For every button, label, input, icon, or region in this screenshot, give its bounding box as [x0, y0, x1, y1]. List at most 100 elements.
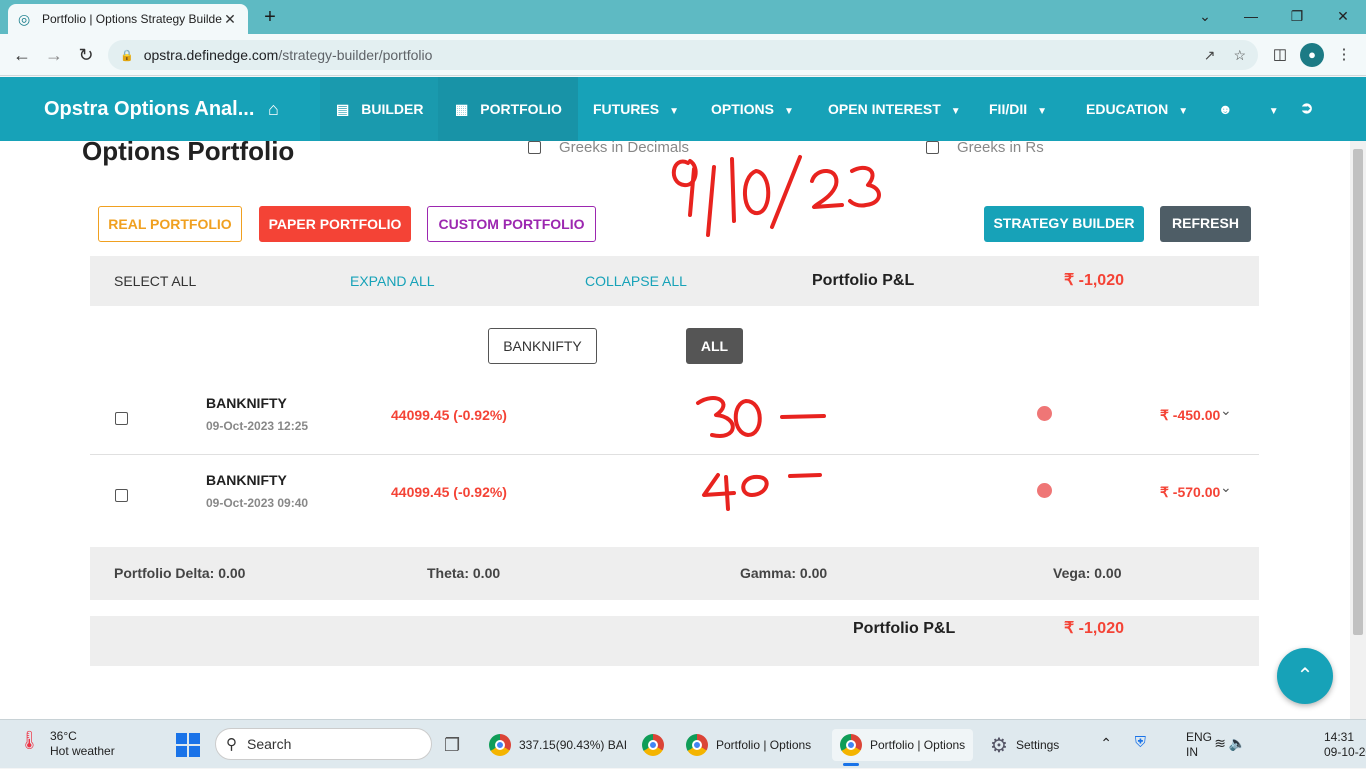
table-icon: ▦: [455, 101, 469, 117]
strategy-builder-button[interactable]: STRATEGY BUILDER: [984, 206, 1144, 242]
position-checkbox[interactable]: [115, 412, 128, 425]
paper-portfolio-button[interactable]: PAPER PORTFOLIO: [259, 206, 411, 242]
nav-fii-dii-label: FII/DII: [989, 101, 1028, 117]
gear-icon: ⚙: [990, 734, 1008, 757]
real-portfolio-button[interactable]: REAL PORTFOLIO: [98, 206, 242, 242]
portfolio-theta: Theta: 0.00: [427, 565, 501, 581]
window-close-icon[interactable]: ✕: [1328, 6, 1358, 26]
wifi-icon[interactable]: ≋: [1214, 735, 1226, 752]
position-pnl: ₹ -570.00: [1160, 484, 1221, 500]
taskbar-chrome-profile-e[interactable]: 337.15(90.43%) BAI: [489, 729, 627, 761]
app-navbar: Opstra Options Anal... ⌂ ▤ BUILDER ▦ PORTF…: [0, 77, 1366, 141]
greeks-rs-checkbox[interactable]: [926, 141, 939, 154]
nav-fii-dii[interactable]: FII/DII ▼: [989, 77, 1047, 141]
scroll-top-button[interactable]: ⌃: [1277, 648, 1333, 704]
footer-pl-value: ₹ -1,020: [1064, 620, 1124, 637]
custom-portfolio-button[interactable]: CUSTOM PORTFOLIO: [427, 206, 596, 242]
windows-taskbar: 🌡 36°C Hot weather ⚲ Search ❐ 337.15(90.…: [0, 719, 1366, 768]
user-account[interactable]: ☻ ▼: [1218, 77, 1279, 141]
collapse-all-link[interactable]: COLLAPSE ALL: [585, 256, 687, 306]
handwritten-date: [672, 155, 881, 237]
back-icon[interactable]: ←: [10, 44, 34, 66]
new-tab-icon[interactable]: +: [258, 6, 282, 28]
windows-start-icon[interactable]: [176, 733, 200, 757]
status-dot: [1037, 483, 1052, 498]
shield-icon[interactable]: ⛨: [1135, 734, 1146, 751]
taskbar-settings[interactable]: ⚙ Settings: [990, 729, 1059, 761]
greeks-rs-option[interactable]: Greeks in Rs: [926, 141, 1044, 156]
url-field[interactable]: 🔒 opstra.definedge.com /strategy-builder…: [108, 40, 1258, 70]
menu-kebab-icon[interactable]: ⋮: [1332, 44, 1356, 66]
forward-icon[interactable]: →: [42, 44, 66, 66]
nav-portfolio-label: PORTFOLIO: [480, 101, 562, 117]
filter-banknifty-button[interactable]: BANKNIFTY: [488, 328, 597, 364]
reload-icon[interactable]: ↻: [74, 44, 98, 66]
bookmark-star-icon[interactable]: ☆: [1233, 47, 1246, 64]
taskbar-search-label: Search: [247, 736, 292, 752]
taskbar-chrome[interactable]: [642, 729, 672, 761]
weather-desc: Hot weather: [50, 744, 115, 758]
nav-builder[interactable]: ▤ BUILDER: [336, 77, 423, 141]
nav-options-label: OPTIONS: [711, 101, 775, 117]
nav-futures[interactable]: FUTURES ▼: [593, 77, 679, 141]
taskbar-chrome-active[interactable]: Portfolio | Options: [832, 729, 974, 761]
status-dot: [1037, 406, 1052, 421]
greeks-decimals-option[interactable]: Greeks in Decimals: [528, 141, 689, 156]
select-all-link[interactable]: SELECT ALL: [114, 256, 196, 306]
greeks-decimals-checkbox[interactable]: [528, 141, 541, 154]
position-time: 09-Oct-2023 12:25: [206, 419, 309, 433]
taskbar-app-label: Settings: [1015, 738, 1060, 752]
portfolio-toolbar: SELECT ALL EXPAND ALL COLLAPSE ALL Portf…: [90, 256, 1259, 306]
user-circle-icon: ☻: [1218, 101, 1233, 117]
clock-time: 14:31: [1324, 730, 1355, 744]
nav-portfolio[interactable]: ▦ PORTFOLIO: [455, 77, 562, 141]
browser-tab-bar: ◎ Portfolio | Options Strategy Builde ✕ …: [0, 0, 1366, 34]
position-checkbox[interactable]: [115, 489, 128, 502]
nav-futures-label: FUTURES: [593, 101, 660, 117]
portfolio-pl-value: ₹ -1,020: [1064, 272, 1124, 289]
tab-title: Portfolio | Options Strategy Builde: [42, 12, 222, 26]
tab-search-icon[interactable]: ⌄: [1190, 6, 1220, 26]
refresh-button[interactable]: REFRESH: [1160, 206, 1251, 242]
chevron-down-icon[interactable]: ⌄: [1220, 479, 1232, 496]
position-row[interactable]: BANKNIFTY 09-Oct-2023 12:25 44099.45 (-0…: [90, 378, 1259, 454]
caret-down-icon: ▼: [1037, 106, 1048, 117]
chevron-up-icon[interactable]: ⌃: [1100, 735, 1112, 752]
volume-icon[interactable]: 🔈: [1229, 735, 1246, 752]
page-scrollbar[interactable]: [1350, 141, 1366, 719]
caret-down-icon: ▼: [1178, 106, 1189, 117]
filter-all-button[interactable]: ALL: [686, 328, 743, 364]
nav-options[interactable]: OPTIONS ▼: [711, 77, 794, 141]
chevron-down-icon[interactable]: ⌄: [1220, 402, 1232, 419]
logout-icon[interactable]: ➲: [1300, 77, 1313, 141]
nav-open-interest[interactable]: OPEN INTEREST ▼: [828, 77, 961, 141]
taskbar-app-label: Portfolio | Options: [870, 738, 966, 752]
browser-tab[interactable]: ◎ Portfolio | Options Strategy Builde ✕: [8, 4, 248, 34]
brand-title[interactable]: Opstra Options Anal...: [44, 77, 254, 141]
profile-avatar[interactable]: ●: [1300, 43, 1324, 67]
caret-down-icon: ▼: [784, 106, 794, 117]
position-price: 44099.45 (-0.92%): [391, 484, 507, 500]
taskbar-search[interactable]: ⚲ Search: [215, 728, 432, 760]
nav-education[interactable]: EDUCATION ▼: [1086, 77, 1188, 141]
weather-temp: 36°C: [50, 729, 77, 743]
task-view-icon[interactable]: ❐: [444, 729, 460, 761]
position-row[interactable]: BANKNIFTY 09-Oct-2023 09:40 44099.45 (-0…: [90, 455, 1259, 531]
side-panel-icon[interactable]: ◫: [1268, 44, 1292, 66]
minimize-icon[interactable]: —: [1236, 6, 1266, 26]
share-icon[interactable]: ↗: [1204, 47, 1216, 64]
thermometer-icon: 🌡: [18, 730, 41, 750]
expand-all-link[interactable]: EXPAND ALL: [350, 256, 435, 306]
position-pnl: ₹ -450.00: [1160, 407, 1221, 423]
taskbar-app-label: 337.15(90.43%) BAI: [519, 738, 628, 752]
greeks-summary-bar: Portfolio Delta: 0.00 Theta: 0.00 Gamma:…: [90, 547, 1259, 600]
taskbar-chrome-profile-c[interactable]: Portfolio | Options: [686, 729, 811, 761]
tab-close-icon[interactable]: ✕: [222, 11, 238, 28]
footer-pl-bar: Portfolio P&L ₹ -1,020: [90, 616, 1259, 666]
nav-education-label: EDUCATION: [1086, 101, 1169, 117]
scrollbar-thumb[interactable]: [1353, 149, 1363, 635]
maximize-icon[interactable]: ❐: [1282, 6, 1312, 26]
chrome-icon: [642, 734, 664, 756]
home-icon[interactable]: ⌂: [268, 99, 279, 120]
page-title: Options Portfolio: [82, 141, 295, 166]
